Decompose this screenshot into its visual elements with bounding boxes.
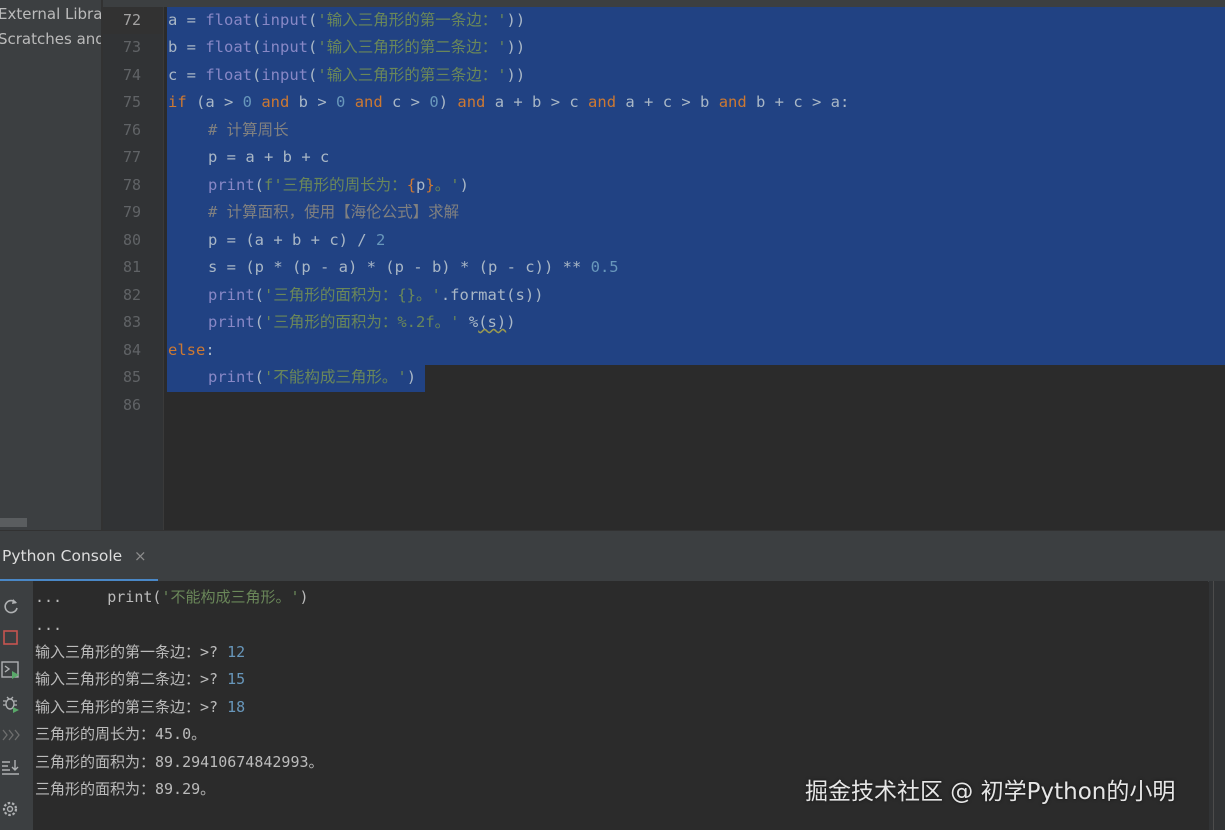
code-line-85: print('不能构成三角形。') — [208, 368, 417, 386]
console-line: 三角形的周长为：45.0。 — [35, 725, 207, 743]
code-line-81: s = (p * (p - a) * (p - b) * (p - c)) **… — [208, 258, 619, 276]
watermark: 掘金技术社区 @ 初学Python的小明 — [805, 779, 1176, 805]
console-line: ... — [35, 616, 63, 634]
history-icon[interactable] — [0, 724, 22, 746]
code-line-84: else: — [168, 341, 215, 359]
code-line-77: p = a + b + c — [208, 148, 330, 166]
code-line-83: print('三角形的面积为：%.2f。' %(s)) — [208, 313, 516, 331]
line-number: 86 — [122, 396, 141, 414]
code-line-76: # 计算周长 — [208, 121, 289, 139]
line-number: 76 — [122, 121, 141, 139]
line-number: 82 — [122, 286, 141, 304]
rerun-icon[interactable] — [0, 595, 22, 617]
console-line: 三角形的面积为：89.29。 — [35, 780, 216, 798]
line-number: 78 — [122, 176, 141, 194]
debug-icon[interactable] — [0, 692, 22, 714]
line-number: 84 — [122, 341, 141, 359]
tab-label: Python Console — [2, 547, 123, 565]
code-line-74: c = float(input('输入三角形的第三条边：')) — [168, 66, 526, 84]
project-tree-panel: External Librar Scratches and — [0, 0, 101, 530]
code-line-78: print(f'三角形的周长为：{p}。') — [208, 176, 469, 194]
line-number: 83 — [122, 313, 141, 331]
close-icon[interactable]: × — [134, 547, 147, 565]
code-line-82: print('三角形的面积为：{}。'.format(s)) — [208, 286, 544, 304]
console-run-icon[interactable] — [0, 659, 22, 681]
settings-icon[interactable] — [0, 798, 22, 820]
code-text-area[interactable]: a = float(input('输入三角形的第一条边：')) b = floa… — [167, 7, 1225, 530]
tab-python-console[interactable]: Python Console × — [0, 531, 158, 582]
line-number: 85 — [122, 368, 141, 386]
project-tree-horizontal-scrollbar[interactable] — [0, 518, 27, 527]
console-line: ... print('不能构成三角形。') — [35, 588, 309, 606]
console-toolbar — [0, 581, 33, 830]
code-line-75: if (a > 0 and b > 0 and c > 0) and a + b… — [168, 93, 850, 111]
code-line-73: b = float(input('输入三角形的第二条边：')) — [168, 38, 526, 56]
tree-item-scratches[interactable]: Scratches and — [0, 30, 101, 48]
scroll-to-end-icon[interactable] — [0, 756, 22, 778]
line-number: 81 — [122, 258, 141, 276]
line-number: 80 — [122, 231, 141, 249]
line-number: 77 — [122, 148, 141, 166]
console-line: 三角形的面积为：89.29410674842993。 — [35, 753, 324, 771]
ide-window: External Librar Scratches and 72 73 74 7… — [0, 0, 1225, 830]
code-line-79: # 计算面积，使用【海伦公式】求解 — [208, 203, 460, 221]
line-number: 73 — [122, 38, 141, 56]
code-line-72: a = float(input('输入三角形的第一条边：')) — [168, 11, 526, 29]
stop-icon[interactable] — [0, 627, 22, 649]
code-line-80: p = (a + b + c) / 2 — [208, 231, 386, 249]
console-line: 输入三角形的第一条边：>? 12 — [35, 643, 246, 661]
console-vertical-scrollbar[interactable] — [1209, 581, 1225, 830]
tree-item-external-libraries[interactable]: External Librar — [0, 5, 101, 23]
line-number: 72 — [122, 11, 141, 29]
code-editor[interactable]: 72 73 74 75 76 77 78 79 80 81 82 83 84 8… — [103, 0, 1225, 530]
console-tab-bar: Python Console × — [0, 530, 1225, 582]
line-number: 74 — [122, 66, 141, 84]
line-number: 79 — [122, 203, 141, 221]
console-line: 输入三角形的第二条边：>? 15 — [35, 670, 246, 688]
console-line: 输入三角形的第三条边：>? 18 — [35, 698, 246, 716]
line-number: 75 — [122, 93, 141, 111]
